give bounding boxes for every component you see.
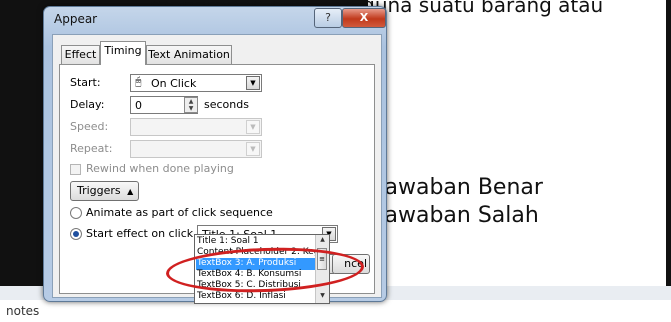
triggers-label: Triggers	[77, 184, 121, 197]
cancel-button[interactable]: ncel	[332, 254, 370, 274]
answer-wrong-text[interactable]: Jawaban Salah	[378, 203, 539, 228]
animate-sequence-radio[interactable]	[70, 207, 82, 219]
chevron-down-icon[interactable]: ▼	[246, 76, 260, 90]
help-button[interactable]: ?	[314, 8, 342, 28]
animate-sequence-label: Animate as part of click sequence	[86, 206, 273, 219]
answer-correct-text[interactable]: Jawaban Benar	[378, 175, 543, 200]
scroll-up-icon[interactable]: ▲	[317, 236, 328, 243]
tab-effect[interactable]: Effect	[61, 45, 100, 64]
tab-timing[interactable]: Timing	[100, 41, 146, 65]
dialog-title: Appear	[54, 12, 98, 26]
delay-unit: seconds	[204, 98, 249, 111]
double-chevron-up-icon: ▲	[127, 187, 134, 196]
scroll-thumb[interactable]: ≡	[317, 248, 327, 270]
chevron-down-icon[interactable]: ▼	[246, 142, 260, 156]
list-item[interactable]: TextBox 6: D. Inflasi	[196, 291, 286, 303]
start-value: On Click	[151, 77, 197, 90]
triggers-button[interactable]: Triggers ▲	[70, 181, 139, 201]
tab-text-animation[interactable]: Text Animation	[146, 45, 232, 64]
mouse-click-icon: 🖰	[135, 75, 142, 88]
rewind-label: Rewind when done playing	[86, 162, 234, 175]
close-button[interactable]: X	[342, 8, 386, 28]
delay-value: 0	[135, 99, 142, 112]
chevron-down-icon[interactable]: ▼	[246, 120, 260, 134]
repeat-label: Repeat:	[70, 142, 113, 155]
speed-select[interactable]: ▼	[130, 118, 262, 136]
scroll-down-icon[interactable]: ▼	[317, 292, 328, 299]
trigger-object-list[interactable]: Title 1: Soal 1 Content Placeholder 2: K…	[194, 234, 330, 304]
start-effect-radio[interactable]	[70, 228, 82, 240]
repeat-select[interactable]: ▼	[130, 140, 262, 158]
notes-label: notes	[6, 304, 40, 318]
slide-page	[368, 0, 666, 286]
delay-spinner[interactable]: ▲ ▼	[184, 97, 198, 113]
start-effect-label: Start effect on click of:	[86, 227, 211, 240]
notes-pane[interactable]	[0, 300, 671, 322]
delay-label: Delay:	[70, 98, 105, 111]
start-select[interactable]: 🖰 On Click ▼	[130, 74, 262, 92]
speed-label: Speed:	[70, 120, 109, 133]
list-scrollbar[interactable]: ▲ ≡ ▼	[315, 235, 329, 303]
rewind-checkbox[interactable]	[70, 164, 81, 175]
start-label: Start:	[70, 76, 101, 89]
